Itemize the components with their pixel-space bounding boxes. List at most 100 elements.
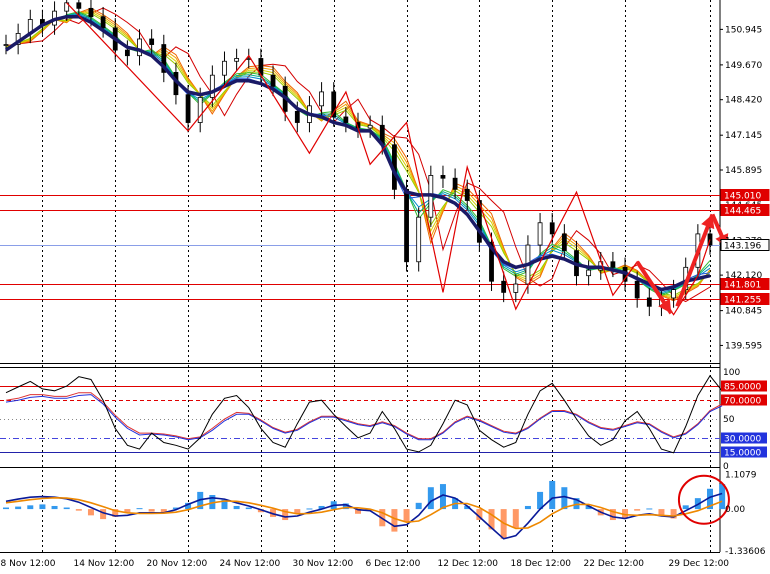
stoch-signal-line	[5, 394, 723, 441]
candle-body	[222, 60, 227, 76]
slow-ma-line	[5, 14, 711, 292]
macd-histogram-bar	[512, 509, 519, 528]
stoch-level-label: 15.0000	[724, 449, 761, 459]
time-axis-label: 8 Nov 12:00	[1, 559, 56, 569]
stoch-level-label: 30.0000	[724, 435, 761, 445]
macd-histogram-bar	[63, 507, 70, 510]
candle-body	[88, 7, 94, 18]
stochastic-panel[interactable]	[0, 374, 723, 454]
macd-histogram-bar	[148, 509, 155, 512]
trading-chart[interactable]: 8 Nov 12:00 14 Nov 12:00 20 Nov 12:00 24 No…	[0, 0, 770, 570]
time-axis-label: 14 Nov 12:00	[74, 559, 135, 569]
price-axis-label: 139.595	[725, 341, 762, 351]
price-axis-label: 145.895	[725, 166, 762, 176]
price-axis-label: 150.945	[725, 25, 762, 35]
macd-histogram-bar	[233, 505, 240, 510]
ma-fan-line	[5, 9, 711, 300]
macd-histogram-bar	[391, 509, 398, 532]
candle-body	[234, 58, 240, 62]
stoch-level-label: 70.0000	[724, 397, 761, 407]
macd-histogram-bar	[646, 508, 653, 510]
macd-histogram-bar	[15, 506, 22, 510]
ma-fan-line	[5, 7, 711, 303]
grid-layer	[0, 0, 721, 553]
candle-body	[185, 94, 191, 123]
price-axis-label: 148.420	[725, 96, 762, 106]
time-axis-label: 20 Nov 12:00	[147, 559, 208, 569]
price-level-label: 143.196	[724, 242, 761, 252]
macd-histogram-bar	[3, 507, 9, 510]
stoch-level-label: 85.0000	[724, 383, 761, 393]
ma-fan-line	[5, 14, 711, 291]
macd-histogram-bar	[51, 505, 58, 510]
candle-body	[197, 97, 203, 123]
macd-histogram-bar	[549, 480, 556, 510]
price-panel[interactable]	[0, 0, 729, 317]
price-level-label: 144.465	[724, 207, 761, 217]
price-level-label: 141.255	[724, 296, 761, 306]
candle-body	[513, 283, 519, 293]
macd-histogram-bar	[561, 487, 568, 510]
candle-body	[209, 74, 215, 98]
candle-body	[124, 49, 130, 57]
candle-body	[501, 280, 507, 293]
time-axis-label: 29 Dec 12:00	[669, 559, 730, 569]
candle-body	[404, 188, 409, 263]
candle-body	[464, 188, 470, 201]
macd-histogram-bar	[75, 509, 82, 511]
candle-body	[149, 38, 155, 45]
macd-axis-label: 1.1079	[725, 470, 757, 480]
candle-body	[440, 175, 446, 179]
ma-fan-line	[5, 11, 711, 298]
candle-body	[671, 289, 676, 299]
time-axis-label: 6 Dec 12:00	[366, 559, 421, 569]
candle-body	[634, 280, 640, 299]
time-axis-label: 18 Dec 12:00	[511, 559, 572, 569]
candle-body	[610, 261, 616, 268]
macd-histogram-bar	[245, 507, 252, 510]
price-level-label: 141.801	[724, 281, 761, 291]
candle-body	[646, 297, 652, 307]
candle-body	[367, 124, 373, 129]
candle-body	[549, 222, 555, 235]
candle-body	[537, 222, 543, 246]
candle-body	[270, 74, 276, 87]
candle-body	[100, 16, 106, 29]
price-axis-label: 149.670	[725, 61, 762, 71]
macd-histogram-bar	[306, 508, 313, 510]
candle-body	[319, 91, 324, 107]
macd-histogram-bar	[415, 502, 422, 510]
time-axis-label: 30 Nov 12:00	[293, 559, 354, 569]
macd-histogram-bar	[87, 509, 94, 516]
macd-histogram-bar	[682, 505, 689, 510]
candle-body	[561, 233, 567, 252]
time-axis-label: 22 Dec 12:00	[584, 559, 645, 569]
candle-body	[137, 38, 142, 57]
stoch-axis-label: 100	[723, 368, 740, 378]
ma-fan-line	[5, 12, 711, 295]
candle-body	[416, 216, 422, 263]
macd-histogram-bar	[634, 509, 641, 511]
candle-body	[586, 269, 592, 277]
macd-histogram-bar	[39, 504, 46, 510]
stoch-axis-label: 50	[723, 415, 735, 425]
macd-panel[interactable]	[3, 474, 730, 540]
candle-body	[76, 2, 82, 9]
macd-axis-label: -1.33606	[725, 547, 766, 557]
macd-histogram-bar	[403, 509, 410, 522]
price-axis-label: 147.145	[725, 131, 762, 141]
ma-fan-line	[5, 13, 711, 294]
trend-arrow	[675, 213, 715, 308]
candle-body	[452, 177, 458, 190]
price-level-label: 145.010	[724, 192, 761, 202]
candle-body	[294, 110, 300, 123]
chart-canvas[interactable]: 8 Nov 12:00 14 Nov 12:00 20 Nov 12:00 24 No…	[0, 0, 770, 570]
time-axis-label: 24 Nov 12:00	[220, 559, 281, 569]
price-axis-label: 140.845	[725, 307, 762, 317]
candle-body	[3, 44, 9, 46]
macd-histogram-bar	[524, 505, 531, 510]
ma-fan-line	[5, 11, 711, 297]
macd-histogram-bar	[136, 508, 143, 510]
macd-histogram-bar	[427, 487, 434, 510]
time-axis-label: 12 Dec 12:00	[438, 559, 499, 569]
